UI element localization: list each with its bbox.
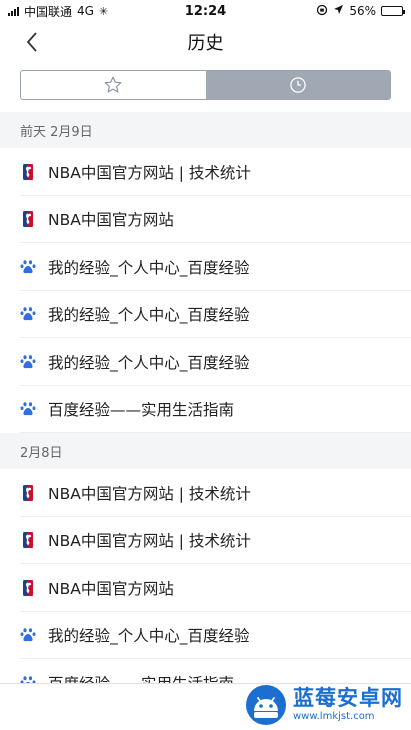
- history-item[interactable]: 我的经验_个人中心_百度经验: [0, 612, 411, 660]
- history-item[interactable]: 我的经验_个人中心_百度经验: [0, 338, 411, 386]
- battery-percent: 56%: [349, 4, 376, 18]
- nav-bar: 历史: [0, 22, 411, 62]
- segmented-control: [20, 70, 391, 100]
- history-item-title: 百度经验——实用生活指南: [48, 401, 235, 420]
- group-date-header: 2月8日: [0, 433, 411, 469]
- nba-icon: [20, 532, 36, 549]
- watermark: 蓝莓安卓网 www.lmkjst.com: [245, 684, 403, 726]
- history-item-title: 我的经验_个人中心_百度经验: [48, 353, 250, 372]
- battery-icon: [381, 6, 405, 16]
- group-date-header: 前天 2月9日: [0, 112, 411, 148]
- history-item-title: 我的经验_个人中心_百度经验: [48, 306, 250, 325]
- nba-icon: [20, 211, 36, 228]
- signal-icon: [8, 6, 19, 16]
- history-item-title: NBA中国官方网站 | 技术统计: [48, 163, 251, 182]
- history-item[interactable]: NBA中国官方网站: [0, 564, 411, 612]
- tab-history[interactable]: [205, 71, 390, 99]
- nba-icon: [20, 484, 36, 501]
- status-right: 56%: [316, 4, 405, 19]
- history-item[interactable]: NBA中国官方网站 | 技术统计: [0, 469, 411, 517]
- history-item-title: NBA中国官方网站 | 技术统计: [48, 484, 251, 503]
- baidu-paw-icon: [20, 627, 36, 643]
- nba-icon: [20, 163, 36, 180]
- orientation-lock-icon: [316, 4, 328, 19]
- carrier-label: 中国联通: [24, 4, 73, 19]
- watermark-url: www.lmkjst.com: [293, 711, 375, 722]
- status-bar: 中国联通 4G ✳ 12:24 56%: [0, 0, 411, 22]
- chevron-left-icon: [26, 32, 37, 52]
- nba-icon: [20, 579, 36, 596]
- page-title: 历史: [187, 33, 224, 54]
- network-label: 4G: [77, 4, 94, 18]
- bottom-bar: 蓝莓安卓网 www.lmkjst.com: [0, 683, 411, 730]
- history-item-title: NBA中国官方网站 | 技术统计: [48, 532, 251, 551]
- history-item[interactable]: NBA中国官方网站 | 技术统计: [0, 517, 411, 565]
- baidu-paw-icon: [20, 354, 36, 370]
- history-item-title: 我的经验_个人中心_百度经验: [48, 258, 250, 277]
- history-item[interactable]: NBA中国官方网站: [0, 196, 411, 244]
- history-item-title: NBA中国官方网站: [48, 211, 174, 230]
- history-list: 前天 2月9日 NBA中国官方网站 | 技术统计 NBA中国官方网站 我的经验_个人中…: [0, 112, 411, 707]
- android-logo-icon: [246, 685, 286, 725]
- status-left: 中国联通 4G ✳: [8, 3, 108, 20]
- clock-icon: [290, 77, 306, 93]
- location-icon: [333, 4, 344, 18]
- history-item[interactable]: 百度经验——实用生活指南: [0, 386, 411, 434]
- history-item[interactable]: NBA中国官方网站 | 技术统计: [0, 148, 411, 196]
- tab-favorites[interactable]: [21, 71, 206, 99]
- history-item[interactable]: 我的经验_个人中心_百度经验: [0, 243, 411, 291]
- loading-icon: ✳: [98, 4, 109, 18]
- history-item-title: 我的经验_个人中心_百度经验: [48, 627, 250, 646]
- watermark-text: 蓝莓安卓网 www.lmkjst.com: [293, 688, 403, 722]
- baidu-paw-icon: [20, 306, 36, 322]
- back-button[interactable]: [18, 28, 46, 56]
- watermark-title: 蓝莓安卓网: [293, 686, 403, 710]
- history-item[interactable]: 我的经验_个人中心_百度经验: [0, 291, 411, 339]
- baidu-paw-icon: [20, 259, 36, 275]
- star-icon: [104, 76, 122, 93]
- history-item-title: NBA中国官方网站: [48, 579, 174, 598]
- baidu-paw-icon: [20, 401, 36, 417]
